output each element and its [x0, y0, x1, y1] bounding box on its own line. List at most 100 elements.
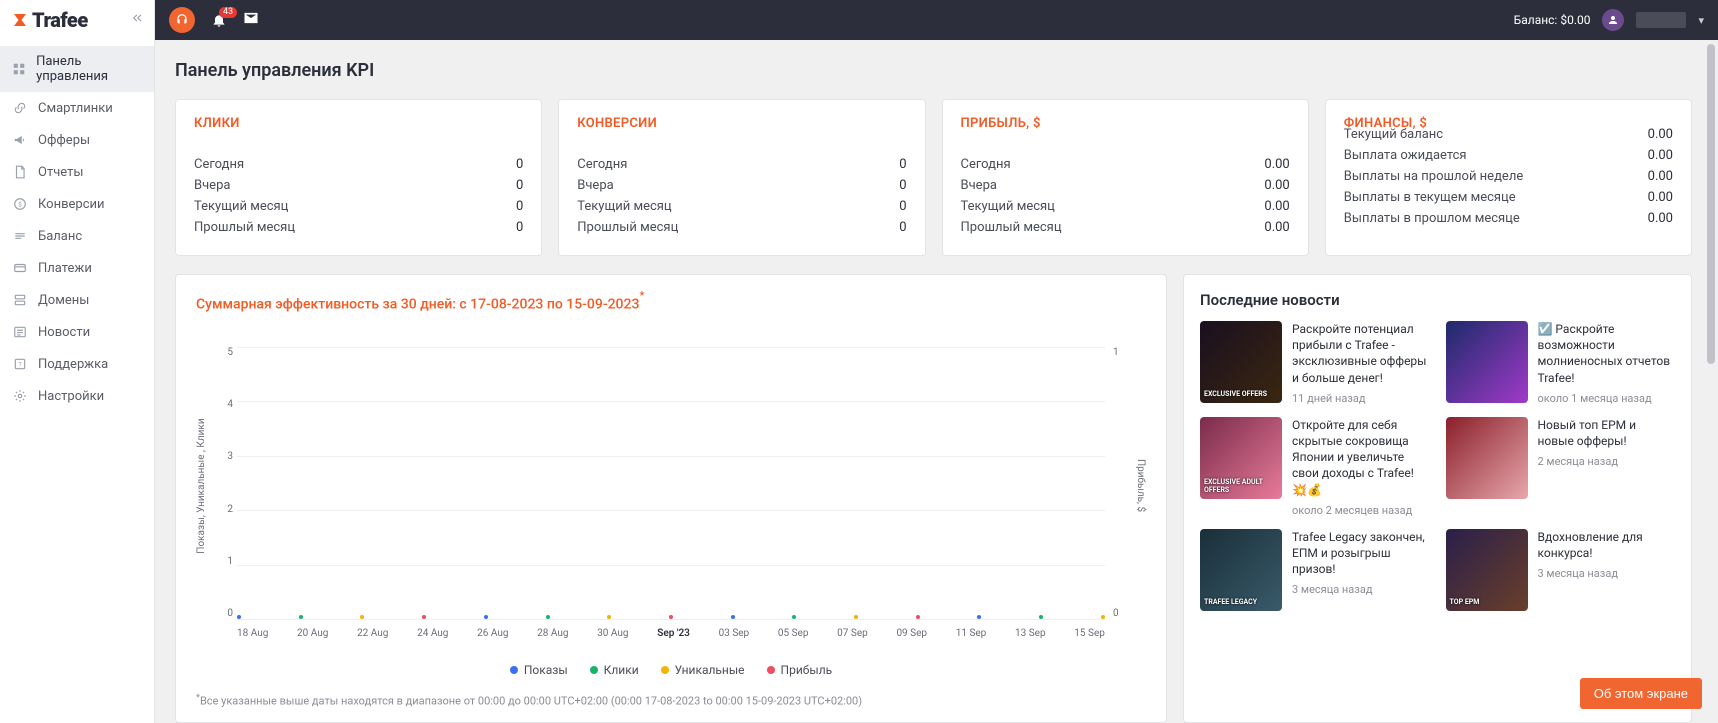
news-thumbnail: TOP EPM	[1446, 529, 1528, 611]
legend-item: Показы	[510, 663, 568, 677]
x-tick: 07 Sep	[837, 628, 868, 639]
y-axis-left-label: Показы, Уникальные , Клики	[196, 333, 207, 640]
news-thumb-tag: TOP EPM	[1450, 599, 1480, 607]
news-date: 3 месяца назад	[1538, 567, 1676, 580]
about-screen-button[interactable]: Об этом экране	[1580, 678, 1702, 709]
x-tick: 30 Aug	[597, 628, 628, 639]
news-date: около 2 месяцев назад	[1292, 504, 1430, 517]
brand-icon	[10, 10, 30, 30]
legend-swatch	[590, 666, 598, 674]
news-item[interactable]: TOP EPM Вдохновление для конкурса! 3 мес…	[1446, 529, 1676, 611]
y-tick-left: 4	[227, 399, 233, 410]
page-title: Панель управления KPI	[175, 60, 1692, 81]
kpi-card: КОНВЕРСИИСегодня0Вчера0Текущий месяц0Про…	[558, 99, 925, 256]
chart-dot	[484, 615, 488, 619]
sidebar-item[interactable]: Новости	[0, 316, 154, 348]
kpi-line: Текущий месяц0	[194, 199, 523, 214]
chart-dot	[299, 615, 303, 619]
brand-logo: Trafee	[10, 8, 88, 32]
sidebar-item-label: Настройки	[38, 389, 104, 404]
headset-button[interactable]	[169, 7, 195, 33]
server-icon	[12, 292, 28, 308]
news-item[interactable]: Новый топ EPM и новые офферы! 2 месяца н…	[1446, 417, 1676, 517]
svg-text:$: $	[18, 200, 22, 208]
user-menu[interactable]	[1636, 12, 1686, 28]
sidebar-collapse-button[interactable]	[130, 11, 144, 29]
kpi-row: КЛИКИ Сегодня0 Вчера0 Текущий месяц0 Прошлый…	[175, 99, 1692, 256]
sidebar-item[interactable]: ?Поддержка	[0, 348, 154, 380]
news-thumbnail	[1446, 321, 1528, 403]
legend-label: Прибыль	[781, 663, 833, 677]
avatar[interactable]	[1602, 9, 1624, 31]
kpi-line: Вчера0	[194, 178, 523, 193]
news-item[interactable]: TRAFEE LEGACY Trafee Legacy закончен, ЕП…	[1200, 529, 1430, 611]
sidebar-item-label: Баланс	[38, 229, 82, 244]
y-tick-left: 1	[227, 556, 233, 567]
sidebar: Trafee Панель управления Смартлинки Офферы…	[0, 0, 155, 723]
news-title: Последние новости	[1200, 291, 1675, 309]
file-icon	[12, 164, 28, 180]
sidebar-item-label: Панель управления	[36, 54, 142, 84]
sidebar-item-label: Смартлинки	[38, 101, 113, 116]
chart-dot	[977, 615, 981, 619]
y-tick-left: 2	[227, 504, 233, 515]
news-item[interactable]: EXCLUSIVE ADULT OFFERS Откройте для себя…	[1200, 417, 1430, 517]
sidebar-item[interactable]: Баланс	[0, 220, 154, 252]
chevron-down-icon[interactable]: ▾	[1698, 14, 1704, 27]
sidebar-item[interactable]: Офферы	[0, 124, 154, 156]
legend-label: Клики	[604, 663, 639, 677]
x-tick: 09 Sep	[896, 628, 927, 639]
y-tick-left: 3	[227, 451, 233, 462]
chart-dot	[854, 615, 858, 619]
y-tick-left: 5	[227, 347, 233, 358]
kpi-title: КОНВЕРСИИ	[577, 116, 906, 131]
kpi-title: ПРИБЫЛЬ, $	[961, 116, 1290, 131]
kpi-line: Прошлый месяц0.00	[961, 220, 1290, 235]
sidebar-item-label: Отчеты	[38, 165, 83, 180]
news-date: 3 месяца назад	[1292, 583, 1430, 596]
kpi-line: Текущий баланс0.00	[1344, 127, 1673, 142]
news-item[interactable]: ☑️ Раскройте возможности молниеносных от…	[1446, 321, 1676, 405]
kpi-line: Выплаты на прошлой неделе0.00	[1344, 169, 1673, 184]
sidebar-item[interactable]: Смартлинки	[0, 92, 154, 124]
sidebar-item[interactable]: $Конверсии	[0, 188, 154, 220]
y-axis-right-label: Прибыль, $	[1135, 333, 1146, 640]
y-tick-left: 0	[227, 608, 233, 619]
dollar-icon: $	[12, 196, 28, 212]
balance-icon	[12, 228, 28, 244]
kpi-card: ПРИБЫЛЬ, $Сегодня0.00Вчера0.00Текущий ме…	[942, 99, 1309, 256]
chart-dot	[792, 615, 796, 619]
kpi-line: Выплата ожидается0.00	[1344, 148, 1673, 163]
news-thumb-tag: EXCLUSIVE ADULT OFFERS	[1204, 479, 1278, 494]
news-card: Последние новости EXCLUSIVE OFFERS Раскр…	[1183, 274, 1692, 723]
scrollbar[interactable]	[1706, 40, 1716, 723]
sidebar-item[interactable]: Панель управления	[0, 46, 154, 92]
legend-swatch	[661, 666, 669, 674]
kpi-line: Выплаты в прошлом месяце0.00	[1344, 211, 1673, 226]
legend-swatch	[510, 666, 518, 674]
news-date: 11 дней назад	[1292, 392, 1430, 405]
x-tick: 03 Sep	[719, 628, 750, 639]
sidebar-nav: Панель управления Смартлинки Офферы Отчеты $…	[0, 40, 154, 412]
news-thumbnail	[1446, 417, 1528, 499]
help-icon: ?	[12, 356, 28, 372]
chart-dot	[607, 615, 611, 619]
news-item[interactable]: EXCLUSIVE OFFERS Раскройте потенциал при…	[1200, 321, 1430, 405]
sidebar-item-label: Новости	[38, 325, 90, 340]
sidebar-item[interactable]: Платежи	[0, 252, 154, 284]
x-tick: 26 Aug	[477, 628, 508, 639]
chart-dot	[422, 615, 426, 619]
performance-chart: Показы, Уникальные , Клики 543210 10 18 …	[196, 333, 1146, 640]
kpi-title: КЛИКИ	[194, 116, 523, 131]
mail-button[interactable]	[243, 10, 259, 30]
news-headline: Откройте для себя скрытые сокровища Япон…	[1292, 417, 1430, 498]
notifications-button[interactable]: 43	[211, 12, 227, 28]
sidebar-item[interactable]: Домены	[0, 284, 154, 316]
kpi-line: Сегодня0	[577, 157, 906, 172]
gear-icon	[12, 388, 28, 404]
sidebar-item-label: Платежи	[38, 261, 92, 276]
sidebar-item[interactable]: Настройки	[0, 380, 154, 412]
x-tick: 22 Aug	[357, 628, 388, 639]
balance-display: Баланс: $0.00	[1514, 13, 1591, 27]
sidebar-item[interactable]: Отчеты	[0, 156, 154, 188]
